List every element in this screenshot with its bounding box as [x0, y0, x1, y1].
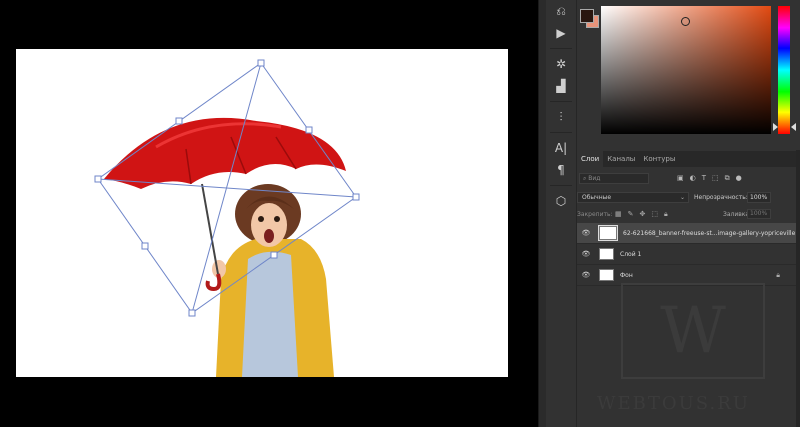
- watermark-text: WEBTOUS.RU: [597, 393, 750, 414]
- layer-thumbnail: [599, 248, 614, 260]
- tool-separator: [550, 101, 572, 102]
- visibility-eye-icon[interactable]: 👁︎: [579, 271, 593, 279]
- layer-row[interactable]: 👁︎ 62-621668_banner-freeuse-st...image-g…: [577, 223, 800, 244]
- layers-panel-tabs: Слои Каналы Контуры: [577, 151, 800, 167]
- layer-name[interactable]: Слой 1: [620, 251, 641, 258]
- filter-shape-icon[interactable]: ⬚: [712, 174, 719, 183]
- tool-separator: [550, 185, 572, 186]
- channels-icon[interactable]: ⫶: [546, 106, 576, 128]
- tab-layers[interactable]: Слои: [577, 151, 604, 167]
- layer-name[interactable]: 62-621668_banner-freeuse-st...image-gall…: [623, 230, 795, 237]
- play-icon[interactable]: ▶: [546, 22, 576, 44]
- layer-filter-search[interactable]: ⌕ Вид: [579, 173, 649, 184]
- visibility-eye-icon[interactable]: 👁︎: [579, 250, 593, 258]
- chevron-down-icon: ⌄: [679, 194, 685, 201]
- lock-all-icon[interactable]: 🔒︎: [664, 210, 668, 219]
- lock-icon: 🔒︎: [776, 271, 780, 279]
- filter-toggle-icon[interactable]: ●: [736, 174, 742, 183]
- layer-filter-placeholder: Вид: [588, 175, 601, 182]
- opacity-label: Непрозрачность:: [694, 194, 748, 201]
- visibility-eye-icon[interactable]: 👁︎: [579, 229, 593, 237]
- lock-label: Закрепить:: [577, 211, 613, 218]
- opacity-input[interactable]: 100%: [747, 192, 771, 203]
- lock-row: Закрепить: ▦ ✎ ✥ ⬚ 🔒︎ Заливка: 100%: [577, 208, 800, 222]
- filter-adjustment-icon[interactable]: ◐: [690, 174, 696, 183]
- filter-smartobject-icon[interactable]: ⧉: [725, 174, 730, 183]
- document-artwork: [94, 59, 360, 377]
- lock-pixels-icon[interactable]: ✎: [628, 210, 634, 219]
- lock-transparent-icon[interactable]: ▦: [615, 210, 622, 219]
- layer-name[interactable]: Фон: [620, 272, 633, 279]
- brush-settings-icon[interactable]: ✲: [546, 53, 576, 75]
- color-picker-ring[interactable]: [681, 17, 690, 26]
- character-icon[interactable]: A|: [546, 137, 576, 159]
- lock-artboard-icon[interactable]: ⬚: [651, 210, 658, 219]
- paragraph-icon[interactable]: ¶: [546, 159, 576, 181]
- blend-row: Обычные ⌄ Непрозрачность: 100%: [577, 190, 800, 206]
- foreground-color-swatch[interactable]: [580, 9, 594, 23]
- tool-separator: [550, 48, 572, 49]
- panel-scrollbar[interactable]: [796, 150, 800, 427]
- color-picker-field[interactable]: [601, 6, 771, 134]
- tab-paths[interactable]: Контуры: [639, 151, 679, 167]
- layer-filter-row: ⌕ Вид ▣ ◐ T ⬚ ⧉ ●: [577, 170, 800, 188]
- filter-pixel-icon[interactable]: ▣: [677, 174, 684, 183]
- 3d-icon[interactable]: ⬡: [546, 190, 576, 212]
- layers-list: 👁︎ 62-621668_banner-freeuse-st...image-g…: [577, 223, 800, 286]
- layer-thumbnail: [599, 269, 614, 281]
- layer-filter-icons: ▣ ◐ T ⬚ ⧉ ●: [677, 174, 742, 183]
- tool-separator: [550, 132, 572, 133]
- watermark-letter: W: [660, 294, 726, 368]
- canvas-area[interactable]: [0, 0, 538, 427]
- watermark-logo: W: [621, 283, 765, 379]
- document-canvas[interactable]: [16, 49, 508, 377]
- filter-type-icon[interactable]: T: [702, 174, 706, 183]
- lock-position-icon[interactable]: ✥: [640, 210, 646, 219]
- color-panel: [577, 0, 800, 144]
- fill-input[interactable]: 100%: [747, 209, 771, 219]
- hue-slider-right-arrow[interactable]: [791, 123, 796, 131]
- history-icon[interactable]: ⎌: [546, 0, 576, 22]
- lock-icons: ▦ ✎ ✥ ⬚ 🔒︎: [615, 210, 668, 219]
- right-panel: Слои Каналы Контуры ⌕ Вид ▣ ◐ T ⬚ ⧉ ● Об…: [577, 0, 800, 427]
- tab-channels[interactable]: Каналы: [603, 151, 639, 167]
- panel-icon-strip: ⎌ ▶ ✲ ▟ ⫶ A| ¶ ⬡: [546, 0, 577, 427]
- brushes-icon[interactable]: ▟: [546, 75, 576, 97]
- hue-slider[interactable]: [778, 6, 790, 134]
- blend-mode-select[interactable]: Обычные ⌄: [577, 192, 689, 203]
- layer-thumbnail: [598, 225, 618, 241]
- blend-mode-value: Обычные: [582, 194, 612, 201]
- layer-row[interactable]: 👁︎ Слой 1: [577, 244, 800, 265]
